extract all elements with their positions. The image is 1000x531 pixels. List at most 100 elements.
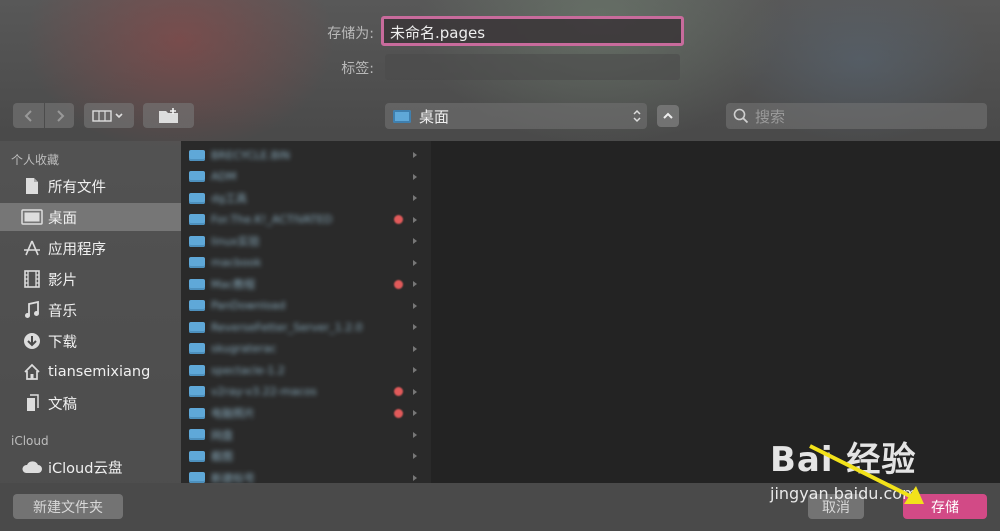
disclosure-chevron-icon [413,324,417,330]
sidebar-item-label: tiansemixiang [48,364,151,380]
location-popup[interactable]: 桌面 [385,103,647,129]
file-name: Mac教程 [211,278,256,291]
desktop-folder-icon [393,109,411,123]
download-icon [21,332,43,350]
sidebar-item-desktop[interactable]: 桌面 [0,203,181,231]
location-label: 桌面 [419,107,450,126]
file-row[interactable]: BRECYCLE.BIN [189,145,425,165]
disclosure-chevron-icon [413,238,417,244]
sidebar-item-label: 所有文件 [48,179,106,196]
folder-icon [189,429,205,440]
file-row[interactable]: macbook [189,253,425,273]
file-row[interactable]: v2ray-v3.22-macos [189,382,425,402]
sidebar-item-music[interactable]: 音乐 [0,296,181,324]
disclosure-chevron-icon [413,281,417,287]
new-folder-toolbar-button[interactable] [143,103,194,128]
file-name: 网盘 [211,428,233,442]
red-tag-dot [394,408,403,418]
file-name: ReverseFetter_Server_1.2.0 [211,320,363,334]
document-icon [21,177,43,195]
file-row[interactable]: ReverseFetter_Server_1.2.0 [189,317,425,337]
tags-label: 标签: [341,61,374,77]
folder-icon [189,386,205,397]
chevron-left-icon [24,109,32,122]
folder-icon [189,149,205,161]
save-button[interactable]: 存储 [903,494,987,519]
file-name: macbook [211,256,262,269]
file-name: ADM [211,170,237,183]
music-note-icon [21,301,43,319]
search-field[interactable]: 搜索 [726,103,987,129]
file-row[interactable]: linux实验 [189,231,425,251]
disclosure-chevron-icon [413,152,417,158]
sidebar-item-label: iCloud云盘 [48,460,123,477]
documents-icon [21,394,43,412]
forward-button[interactable] [45,103,74,128]
folder-icon [189,364,205,376]
file-row[interactable]: 电脑照片 [189,403,425,423]
file-name: skugraterac [211,342,277,355]
sidebar-item-applications[interactable]: 应用程序 [0,234,181,262]
disclosure-chevron-icon [413,453,417,459]
file-row[interactable]: Mac教程 [189,274,425,294]
file-list[interactable]: BRECYCLE.BIN ADM dg工具 For.The.K!_ACTIVATED l… [181,141,431,485]
folder-icon [189,321,205,333]
desktop-icon [21,209,43,225]
file-name: spectacle-1.2 [211,363,285,377]
view-mode-button[interactable] [84,103,134,128]
file-row[interactable]: dg工具 [189,188,425,208]
file-name: PanDownload [211,299,286,312]
cloud-icon [21,460,43,474]
sidebar-item-all-files[interactable]: 所有文件 [0,172,181,200]
file-name: dg工具 [211,192,247,205]
chevron-right-icon [56,109,64,122]
columns-view-icon [92,109,123,122]
folder-icon [189,192,205,204]
sidebar-item-documents[interactable]: 文稿 [0,389,181,417]
file-row[interactable]: 网盘 [189,425,425,445]
file-name: BRECYCLE.BIN [211,148,291,162]
icloud-header: iCloud [11,434,49,448]
disclosure-chevron-icon [413,367,417,373]
file-row[interactable]: ADM [189,167,425,187]
sidebar: 个人收藏 所有文件 桌面 应用程序 影片 音乐 下载 tiansemixiang… [0,141,181,483]
disclosure-chevron-icon [413,410,417,416]
tags-field[interactable] [385,54,680,80]
new-folder-button[interactable]: 新建文件夹 [13,494,123,519]
folder-icon [189,171,205,182]
sidebar-item-label: 影片 [48,272,77,289]
disclosure-chevron-icon [413,345,417,352]
back-button[interactable] [13,103,44,128]
disclosure-chevron-icon [413,474,417,481]
disclosure-chevron-icon [413,259,417,266]
folder-icon [189,450,205,462]
disclosure-chevron-icon [413,216,417,223]
file-row[interactable]: PanDownload [189,296,425,316]
sidebar-item-downloads[interactable]: 下载 [0,327,181,355]
sidebar-item-home[interactable]: tiansemixiang [0,358,181,386]
file-row[interactable]: skugraterac [189,339,425,359]
folder-icon [189,407,205,419]
expand-collapse-button[interactable] [657,105,679,127]
file-name: 截图 [211,450,233,463]
sidebar-item-label: 下载 [48,334,77,351]
folder-icon [189,257,205,268]
disclosure-chevron-icon [413,173,417,180]
sidebar-item-label: 音乐 [48,303,77,320]
folder-icon [189,235,205,247]
favorites-header: 个人收藏 [11,153,60,167]
file-row[interactable]: For.The.K!_ACTIVATED [189,210,425,230]
red-tag-dot [394,215,403,224]
folder-plus-icon [158,107,178,123]
file-name: v2ray-v3.22-macos [211,385,317,398]
home-icon [21,363,43,381]
search-placeholder: 搜索 [755,107,786,126]
sidebar-item-icloud-drive[interactable]: iCloud云盘 [0,453,181,481]
cancel-button[interactable]: 取消 [808,494,864,519]
sidebar-item-label: 桌面 [48,210,77,227]
sidebar-item-movies[interactable]: 影片 [0,265,181,293]
filename-field[interactable]: 未命名.pages [381,16,684,46]
file-row[interactable]: 截图 [189,446,425,466]
file-row[interactable]: spectacle-1.2 [189,360,425,380]
red-tag-dot [394,279,403,289]
